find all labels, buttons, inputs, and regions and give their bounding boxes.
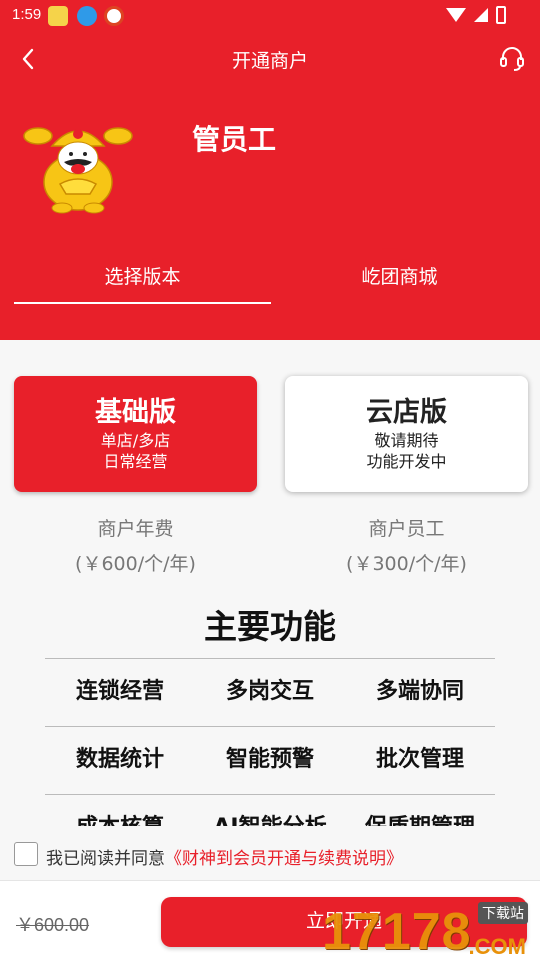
features-grid: 连锁经营 多岗交互 多端协同 数据统计 智能预警 批次管理 成本核算 AI智能分… <box>45 658 495 826</box>
tab-yituan-mall[interactable]: 屹团商城 <box>271 260 528 304</box>
feature-item: AI智能分析 <box>195 795 345 826</box>
battery-icon <box>496 6 506 24</box>
download-notification-icon <box>77 6 97 26</box>
fee-label: 商户年费 <box>97 518 174 540</box>
plan-description: 日常经营 <box>103 452 168 471</box>
plan-title: 基础版 <box>95 397 176 428</box>
page-title: 开通商户 <box>231 50 308 72</box>
feature-item: 批次管理 <box>375 747 464 772</box>
features-title: 主要功能 <box>204 607 336 646</box>
fee-merchant-staff: 商户员工 (￥300/个/年) <box>285 514 528 576</box>
feature-item: 保质期管理 <box>345 795 495 826</box>
tab-select-version[interactable]: 选择版本 <box>14 260 271 304</box>
fee-price: (￥600/个/年) <box>75 553 196 575</box>
watermark-suffix: .COM <box>468 934 526 959</box>
feature-item: 多端协同 <box>375 679 464 704</box>
feature-row: 数据统计 智能预警 批次管理 <box>45 726 495 794</box>
watermark-digits: 17178 <box>322 903 472 960</box>
agreement-row: 我已阅读并同意《财神到会员开通与续费说明》 <box>14 842 534 869</box>
status-time: 1:59 <box>12 6 42 23</box>
agreement-link[interactable]: 《财神到会员开通与续费说明》 <box>165 849 403 869</box>
header: 开通商户 管员工 选择版本 屹团商城 <box>0 32 540 340</box>
watermark-tag: 下载站 <box>478 902 528 924</box>
merchant-avatar <box>20 114 136 214</box>
plan-card-cloud[interactable]: 云店版 敬请期待 功能开发中 <box>285 376 528 492</box>
original-price: ￥600.00 <box>16 915 90 935</box>
active-tab-indicator <box>14 302 271 304</box>
feature-item: 数据统计 <box>75 747 164 772</box>
headset-icon <box>500 47 524 71</box>
status-bar: 1:59 <box>0 0 540 32</box>
plan-description: 敬请期待 <box>374 431 439 450</box>
notification-app-icon <box>104 6 124 26</box>
plan-title: 云店版 <box>366 397 447 428</box>
feature-item: 成本核算 <box>45 795 195 826</box>
plan-description: 功能开发中 <box>366 452 447 471</box>
fee-price: (￥300/个/年) <box>346 553 467 575</box>
signal-icon <box>474 8 488 22</box>
merchant-name: 管员工 <box>192 123 277 156</box>
customer-support-button[interactable] <box>498 44 526 72</box>
agreement-prefix: 我已阅读并同意 <box>46 849 165 869</box>
plan-description: 单店/多店 <box>100 431 171 450</box>
fee-label: 商户员工 <box>368 518 445 540</box>
site-watermark: 17178 下载站 .COM <box>322 900 532 960</box>
feature-row: 连锁经营 多岗交互 多端协同 <box>45 658 495 726</box>
god-of-wealth-mascot-icon <box>23 127 133 214</box>
plan-card-basic[interactable]: 基础版 单店/多店 日常经营 <box>14 376 257 492</box>
wifi-icon <box>446 8 466 22</box>
feature-item: 连锁经营 <box>75 679 164 704</box>
agreement-checkbox[interactable] <box>14 842 38 866</box>
feature-item: 多岗交互 <box>225 679 314 704</box>
fee-merchant-annual: 商户年费 (￥600/个/年) <box>14 514 257 576</box>
notification-app-icon <box>48 6 68 26</box>
feature-row: 成本核算 AI智能分析 保质期管理 <box>45 794 495 826</box>
feature-item: 智能预警 <box>225 747 314 772</box>
agreement-text: 我已阅读并同意《财神到会员开通与续费说明》 <box>46 844 403 869</box>
